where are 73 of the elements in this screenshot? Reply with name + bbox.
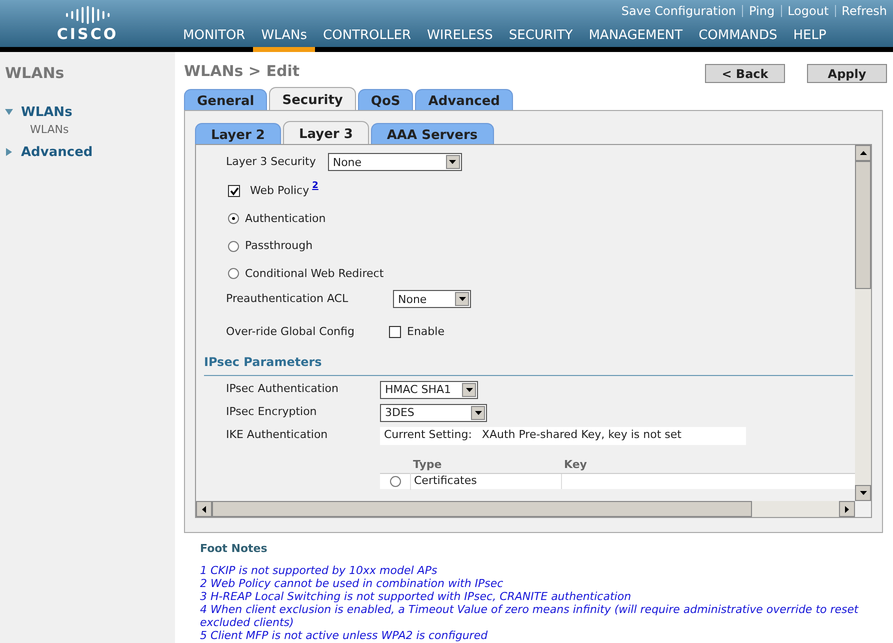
footnotes-heading: Foot Notes: [200, 541, 268, 557]
column-header: Type: [412, 456, 443, 472]
dropdown[interactable]: HMAC SHA1: [380, 380, 478, 398]
nav-menu-item[interactable]: COMMANDS: [690, 26, 786, 52]
field-label: IKE Authentication: [226, 427, 329, 444]
nav-menu-item[interactable]: HELP: [785, 26, 834, 52]
arrow-right-icon: [845, 506, 849, 512]
nav-menu-item[interactable]: SECURITY: [500, 26, 581, 52]
header-link[interactable]: Ping: [749, 2, 775, 20]
arrow-up-icon: [860, 151, 866, 155]
field-label: Over-ride Global Config: [226, 324, 356, 340]
sidebar-title: WLANs: [5, 63, 66, 84]
checkbox-label: Enable: [407, 324, 444, 340]
action-button[interactable]: Apply: [807, 64, 887, 83]
table-cell: Certificates: [410, 473, 561, 490]
tab[interactable]: Security: [269, 87, 356, 110]
nav-menu-item[interactable]: MONITOR: [175, 26, 254, 52]
footnote-text: 2 Web Policy cannot be used in combination with IPsec: [200, 576, 504, 590]
sidebar-subitem[interactable]: WLANs: [5, 122, 175, 138]
logo-wordmark: CISCO: [56, 27, 118, 42]
header-link[interactable]: Logout: [788, 2, 829, 20]
page-title: WLANs > Edit: [184, 61, 300, 82]
dropdown[interactable]: None: [328, 153, 462, 171]
radio-label: Conditional Web Redirect: [245, 266, 384, 282]
horizontal-scrollbar[interactable]: [196, 501, 855, 517]
field-label: IPsec Authentication: [226, 381, 340, 398]
field-label: Preauthentication ACL: [226, 290, 350, 307]
field-label: Layer 3 Security: [226, 154, 316, 170]
checkbox-label: Web Policy: [250, 183, 310, 199]
sidebar-item[interactable]: WLANs: [5, 102, 175, 122]
section-heading: IPsec Parameters: [204, 352, 853, 376]
radio-label: Authentication: [245, 210, 326, 226]
footnote-text: 5 Client MFP is not active unless WPA2 is configured: [200, 628, 489, 642]
tab[interactable]: AAA Servers: [370, 123, 494, 144]
radio-button[interactable]: [228, 213, 239, 224]
footnote-text: 3 H-REAP Local Switching is not supported with IPsec, CRANITE authentication: [200, 590, 632, 602]
triangle-down-icon: [5, 108, 13, 116]
radio-button[interactable]: [228, 268, 239, 280]
field-label: IPsec Encryption: [226, 404, 318, 420]
tab[interactable]: Advanced: [415, 89, 513, 110]
dropdown[interactable]: 3DES: [380, 404, 487, 422]
action-button[interactable]: < Back: [705, 64, 785, 83]
nav-menu-item[interactable]: WLANs: [253, 26, 316, 52]
footnote-link[interactable]: 2: [312, 180, 318, 194]
caret-icon: [462, 382, 476, 396]
caret-icon: [446, 155, 460, 169]
column-header: Key: [563, 456, 587, 472]
footnote-text: 1 CKIP is not supported by 10xx model APs: [200, 564, 438, 576]
vertical-scrollbar[interactable]: [855, 145, 871, 501]
tab[interactable]: Layer 2: [195, 123, 281, 144]
caret-icon: [471, 406, 485, 420]
arrow-down-icon: [860, 491, 866, 495]
dropdown[interactable]: None: [393, 290, 471, 308]
tab[interactable]: Layer 3: [282, 121, 369, 144]
nav-menu-item[interactable]: WIRELESS: [419, 26, 501, 52]
checkbox[interactable]: [228, 185, 240, 198]
nav-menu-item[interactable]: MANAGEMENT: [580, 26, 691, 52]
triangle-right-icon: [5, 148, 13, 156]
arrow-left-icon: [202, 506, 206, 512]
checkbox[interactable]: [389, 326, 401, 338]
header-link[interactable]: Refresh: [842, 2, 887, 20]
setting-display: Current Setting: XAuth Pre-shared Key, key is not set: [380, 426, 746, 444]
sidebar-item[interactable]: Advanced: [5, 142, 175, 162]
footnote-text: 4 When client exclusion is enabled, a Timeout Value of zero means infinity (will require administrative override to reset excluded clients): [200, 602, 860, 628]
radio-button[interactable]: [390, 476, 400, 487]
tab[interactable]: QoS: [358, 89, 414, 110]
nav-menu-item[interactable]: CONTROLLER: [315, 26, 419, 52]
header-link[interactable]: Save Configuration: [621, 2, 736, 20]
scrollbar-corner: [855, 501, 871, 517]
radio-button[interactable]: [228, 240, 239, 252]
radio-label: Passthrough: [245, 238, 313, 254]
tab[interactable]: General: [184, 89, 268, 110]
caret-icon: [455, 292, 469, 306]
